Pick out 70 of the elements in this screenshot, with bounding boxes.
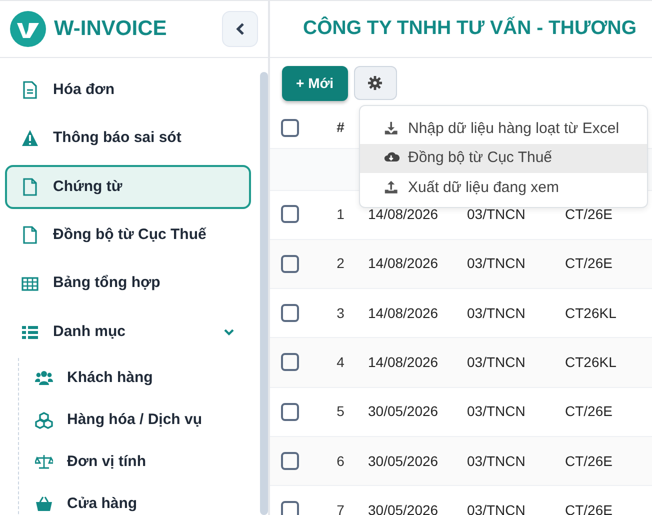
table-cell: CT/26E bbox=[565, 206, 612, 222]
sidebar-item[interactable]: Chứng từ bbox=[5, 164, 251, 209]
scale-icon bbox=[35, 453, 53, 472]
users-icon bbox=[35, 369, 53, 388]
table-cell: 14/08/2026 bbox=[368, 206, 438, 222]
table-cell: 03/TNCN bbox=[467, 452, 526, 469]
table-icon bbox=[21, 274, 39, 293]
download-icon bbox=[384, 120, 400, 137]
table-cell: 03/TNCN bbox=[467, 354, 526, 370]
sidebar-item[interactable]: Bảng tổng hợp bbox=[5, 262, 251, 306]
checkbox[interactable] bbox=[281, 304, 299, 322]
row-number: 3 bbox=[336, 304, 344, 321]
row-number: 1 bbox=[336, 206, 344, 222]
table-cell: CT/26E bbox=[565, 403, 612, 420]
settings-icon bbox=[368, 76, 382, 90]
document-icon bbox=[21, 178, 39, 196]
checkbox[interactable] bbox=[281, 254, 299, 273]
brand-name: W-INVOICE bbox=[54, 16, 167, 42]
row-number: 6 bbox=[336, 452, 344, 469]
checkbox[interactable] bbox=[281, 402, 299, 421]
table-cell: 03/TNCN bbox=[467, 206, 526, 222]
sidebar-subitem[interactable]: Cửa hàng bbox=[19, 484, 251, 515]
table-cell: 14/08/2026 bbox=[368, 354, 438, 370]
column-header[interactable]: # bbox=[336, 119, 344, 136]
row-number: 2 bbox=[336, 255, 344, 272]
menu-item[interactable]: Nhập dữ liệu hàng loạt từ Excel bbox=[360, 114, 647, 144]
checkbox[interactable] bbox=[281, 205, 299, 224]
chevron-left-icon bbox=[235, 22, 245, 36]
menu-item[interactable]: Xuất dữ liệu đang xem bbox=[360, 173, 647, 202]
row-number: 7 bbox=[336, 502, 344, 515]
sidebar-item[interactable]: Danh mục bbox=[5, 310, 251, 354]
table-cell: 30/05/2026 bbox=[368, 452, 438, 469]
table-cell: 03/TNCN bbox=[467, 403, 526, 420]
sidebar-subitem[interactable]: Đơn vị tính bbox=[19, 442, 251, 482]
table-cell: 03/TNCN bbox=[467, 255, 526, 272]
sidebar-subitem[interactable]: Hàng hóa / Dịch vụ bbox=[19, 400, 251, 440]
row-number: 4 bbox=[336, 354, 344, 370]
table-cell: CT26KL bbox=[565, 304, 616, 321]
table-cell: 30/05/2026 bbox=[368, 502, 438, 515]
company-title: CÔNG TY TNHH TƯ VẤN - THƯƠNG bbox=[303, 16, 637, 42]
basket-icon bbox=[35, 495, 53, 514]
table-cell: 03/TNCN bbox=[467, 304, 526, 321]
menu-item[interactable]: Đồng bộ từ Cục Thuế bbox=[360, 144, 647, 173]
row-number: 5 bbox=[336, 403, 344, 420]
sidebar-item[interactable]: Hóa đơn bbox=[5, 68, 251, 112]
settings-button[interactable] bbox=[354, 66, 397, 100]
sidebar-item[interactable]: Thông báo sai sót bbox=[5, 116, 251, 160]
scrollbar[interactable] bbox=[260, 72, 268, 515]
upload-icon bbox=[384, 180, 400, 196]
sidebar-item[interactable]: Đồng bộ từ Cục Thuế bbox=[5, 213, 251, 258]
checkbox[interactable] bbox=[281, 501, 299, 515]
checkbox[interactable] bbox=[281, 353, 299, 372]
table-cell: CT/26E bbox=[565, 255, 612, 272]
table-cell: CT/26E bbox=[565, 502, 612, 515]
warning-icon bbox=[21, 129, 39, 148]
sidebar-subitem[interactable]: Khách hàng bbox=[19, 358, 251, 398]
table-cell: 14/08/2026 bbox=[368, 255, 438, 272]
cubes-icon bbox=[35, 411, 53, 430]
document-icon bbox=[21, 226, 39, 244]
logo-icon bbox=[10, 11, 46, 47]
table-cell: 30/05/2026 bbox=[368, 403, 438, 420]
table-cell: 14/08/2026 bbox=[368, 304, 438, 321]
table-cell: CT26KL bbox=[565, 354, 616, 370]
collapse-sidebar-button[interactable] bbox=[222, 11, 258, 47]
checkbox[interactable] bbox=[281, 452, 299, 470]
table-cell: 03/TNCN bbox=[467, 502, 526, 515]
table-cell: CT/26E bbox=[565, 452, 612, 469]
document-icon bbox=[21, 81, 39, 99]
new-button[interactable]: + Mới bbox=[282, 66, 348, 101]
checkbox[interactable] bbox=[281, 118, 299, 137]
